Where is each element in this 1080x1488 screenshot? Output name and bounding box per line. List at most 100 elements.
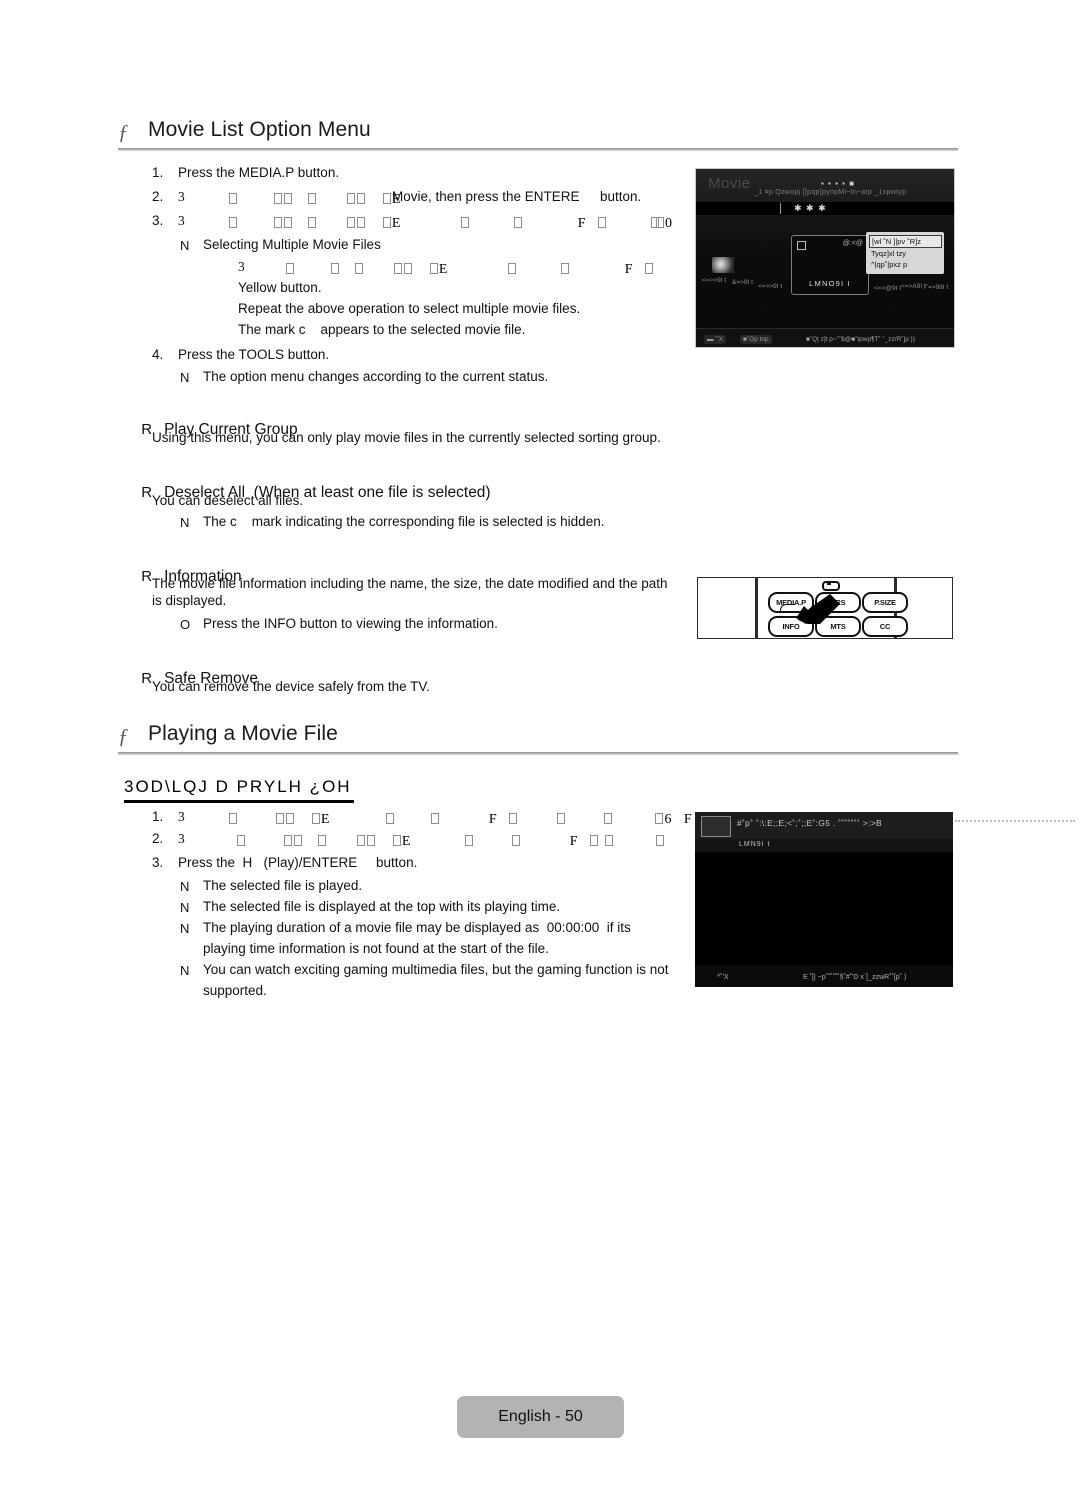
figure-checkbox-icon <box>797 241 806 250</box>
figure-row-label: f˚=>99I t <box>924 284 949 291</box>
play-step-1-garbled-prefix: 3 <box>178 809 185 824</box>
remote-callout-line <box>780 604 795 613</box>
note-option-menu-changes: The option menu changes according to the… <box>203 369 549 384</box>
play-step-3-text: Press the H (Play)/ENTERE button. <box>178 855 418 870</box>
note-yellow-button: Yellow button. <box>238 280 322 295</box>
note-file-displayed-top: The selected file is displayed at the to… <box>203 899 561 914</box>
figure-sort-bar-dots: ✱ ✱ ✱ <box>794 203 827 213</box>
step-2-garbled-prefix: 3 <box>178 189 185 204</box>
option-information-body-line1: The movie file information including the… <box>152 576 668 591</box>
heading-rule <box>118 148 958 151</box>
note-marker-info: O <box>180 617 191 632</box>
note-selecting-multiple-title: Selecting Multiple Movie Files <box>203 237 381 252</box>
figure-panel-filename: LMNO9I I <box>809 279 851 288</box>
remote-button-p-size[interactable]: P.SIZE <box>862 592 908 613</box>
step-2-tail-text: , then press the ENTERE <box>428 189 580 204</box>
page-footer: English - 50 <box>457 1396 624 1438</box>
option-bullet-icon: R <box>141 484 153 501</box>
section-marker-icon: ƒ <box>118 724 129 748</box>
document-page: ƒ Movie List Option Menu 1. Press the ME… <box>0 0 1080 1488</box>
note-playing-duration-line1: The playing duration of a movie file may… <box>203 920 631 935</box>
figure-screen-title: Movie <box>708 175 751 192</box>
figure-header-dots: ▪ ▪ ▪ ▪ ■ <box>821 179 856 188</box>
note-mark-appears: The mark c appears to the selected movie… <box>238 322 526 337</box>
step-2-end-text: button. <box>600 189 642 204</box>
figure-row-label: &=>9I t <box>732 279 753 286</box>
note-file-is-played: The selected file is played. <box>203 878 363 893</box>
figure-menu-item: Tyqz]xl tzy <box>871 249 907 258</box>
step-4-text: Press the TOOLS button. <box>178 347 330 362</box>
section-title: Playing a Movie File <box>148 722 338 745</box>
figure-dotted-leader <box>955 820 1075 822</box>
figure-sort-bar-tick <box>780 203 781 214</box>
playback-thumbnail-box <box>701 816 731 837</box>
figure-footer-text: ■˚Q| z]t p~˚˚$@■˚tpwp¶T˚ ˚_zz/R˚]p }} <box>806 336 916 343</box>
heading-rule <box>118 752 958 755</box>
step-number-2: 2. <box>152 189 164 204</box>
note-playing-duration-line2: playing time information is not found at… <box>203 941 549 956</box>
step-3-missing-glyphs: E F <box>205 214 660 232</box>
subheading-text: 3OD\LQJ D PRYLH ¿OH <box>124 777 352 796</box>
subheading-underline <box>124 800 354 803</box>
figure-row-label: <=>>9I t <box>702 277 727 284</box>
section-title: Movie List Option Menu <box>148 118 371 141</box>
playback-bottom-right-text: E ˚[| ~p˚˚˚˚˚˚§˚#˚'D x´[_zzwR˚˚[p˚ ) <box>803 974 907 981</box>
note-marker-displayed: N <box>180 900 190 915</box>
step-2-missing-glyphs: E <box>205 190 400 208</box>
play-step-2-garbled-prefix: 3 <box>178 831 185 846</box>
note-marker-played: N <box>180 879 190 894</box>
note-marker-gaming: N <box>180 963 190 978</box>
step-1-text: Press the MEDIA.P button. <box>178 165 340 180</box>
remote-button-cc[interactable]: CC <box>862 616 908 637</box>
playback-top-bar-text: #˚p˚ ˚:\:E;;E;<˚;˚;;E˚:G5 . ˚˚˚˚˚˚˚ >:>B <box>737 818 882 828</box>
section-marker-icon: ƒ <box>118 120 129 144</box>
figure-remote-control: MEDIA.P SRS P.SIZE INFO MTS CC <box>697 577 953 639</box>
figure-playback-screen: #˚p˚ ˚:\:E;;E;<˚;˚;;E˚:G5 . ˚˚˚˚˚˚˚ >:>B… <box>695 812 953 987</box>
note-marker-tools: N <box>180 370 190 385</box>
figure-movie-list-screen: Movie ▪ ▪ ▪ ▪ ■ _1 ¤p Qzwopj []pqp]pynpM… <box>695 168 955 348</box>
step-3-trailing-glyph: 0 <box>655 214 672 232</box>
figure-selected-file-panel: @:<@ LMNO9I I <box>791 235 869 295</box>
figure-header-text: _1 ¤p Qzwopj []pqp]pynpMi~tn~atp _1xpwty… <box>754 189 907 196</box>
note-gaming-line2: supported. <box>203 983 267 998</box>
figure-option-menu: [wl ˚N ]|pv ˚R]z Tyqz]xl tzy ^|qp˚|pxz p <box>866 232 944 274</box>
option-bullet-icon: R <box>141 670 153 687</box>
playback-filename: LMN9I t <box>739 841 771 848</box>
play-step-number-2: 2. <box>152 831 164 846</box>
note-repeat-operation: Repeat the above operation to select mul… <box>238 301 581 316</box>
play-step-number-1: 1. <box>152 809 164 824</box>
note-garbled-prefix: 3 <box>238 259 245 274</box>
option-bullet-icon: R <box>141 568 153 585</box>
play-step-1-missing-glyphs: E F 6 F <box>205 810 739 828</box>
step-number-3: 3. <box>152 213 164 228</box>
play-step-2-missing-glyphs: E F <box>205 832 709 850</box>
option-deselect-all-body: You can deselect all files. <box>152 493 304 508</box>
playback-bottom-left-text: ^˚'X <box>717 974 729 981</box>
figure-panel-code: @:<@ <box>842 240 863 247</box>
option-play-current-group-body: Using this menu, you can only play movie… <box>152 430 661 445</box>
note-press-info-button: Press the INFO button to viewing the inf… <box>203 616 498 631</box>
playback-video-area <box>695 852 953 965</box>
option-safe-remove-body: You can remove the device safely from th… <box>152 679 430 694</box>
note-missing-glyphs: E F <box>262 260 707 278</box>
play-step-number-3: 3. <box>152 855 164 870</box>
note-marker-duration: N <box>180 921 190 936</box>
figure-menu-item-selected: [wl ˚N ]|pv ˚R]z <box>869 235 942 248</box>
figure-row-label: <=>A9I t <box>901 283 926 290</box>
option-bullet-icon: R <box>141 421 153 438</box>
figure-row-label: <=>>9I t <box>758 283 783 290</box>
figure-menu-item: ^|qp˚|pxz p <box>871 260 908 269</box>
step-number-4: 4. <box>152 347 164 362</box>
figure-footer-chip: ■˚Öp tnp <box>740 335 772 344</box>
remote-led-icon <box>822 581 840 591</box>
note-marker-deselect: N <box>180 515 190 530</box>
step-2-movie-word: Movie <box>392 189 429 204</box>
step-3-garbled-prefix: 3 <box>178 213 185 228</box>
note-deselect-hidden-mark: The c mark indicating the corresponding … <box>203 514 605 529</box>
note-gaming-line1: You can watch exciting gaming multimedia… <box>203 962 669 977</box>
figure-footer-chip: ▬ ˚'X <box>704 335 727 344</box>
remote-divider <box>755 578 758 638</box>
option-information-body-line2: is displayed. <box>152 593 227 608</box>
figure-row-label: <=>@9I t <box>874 285 902 292</box>
step-number-1: 1. <box>152 165 164 180</box>
